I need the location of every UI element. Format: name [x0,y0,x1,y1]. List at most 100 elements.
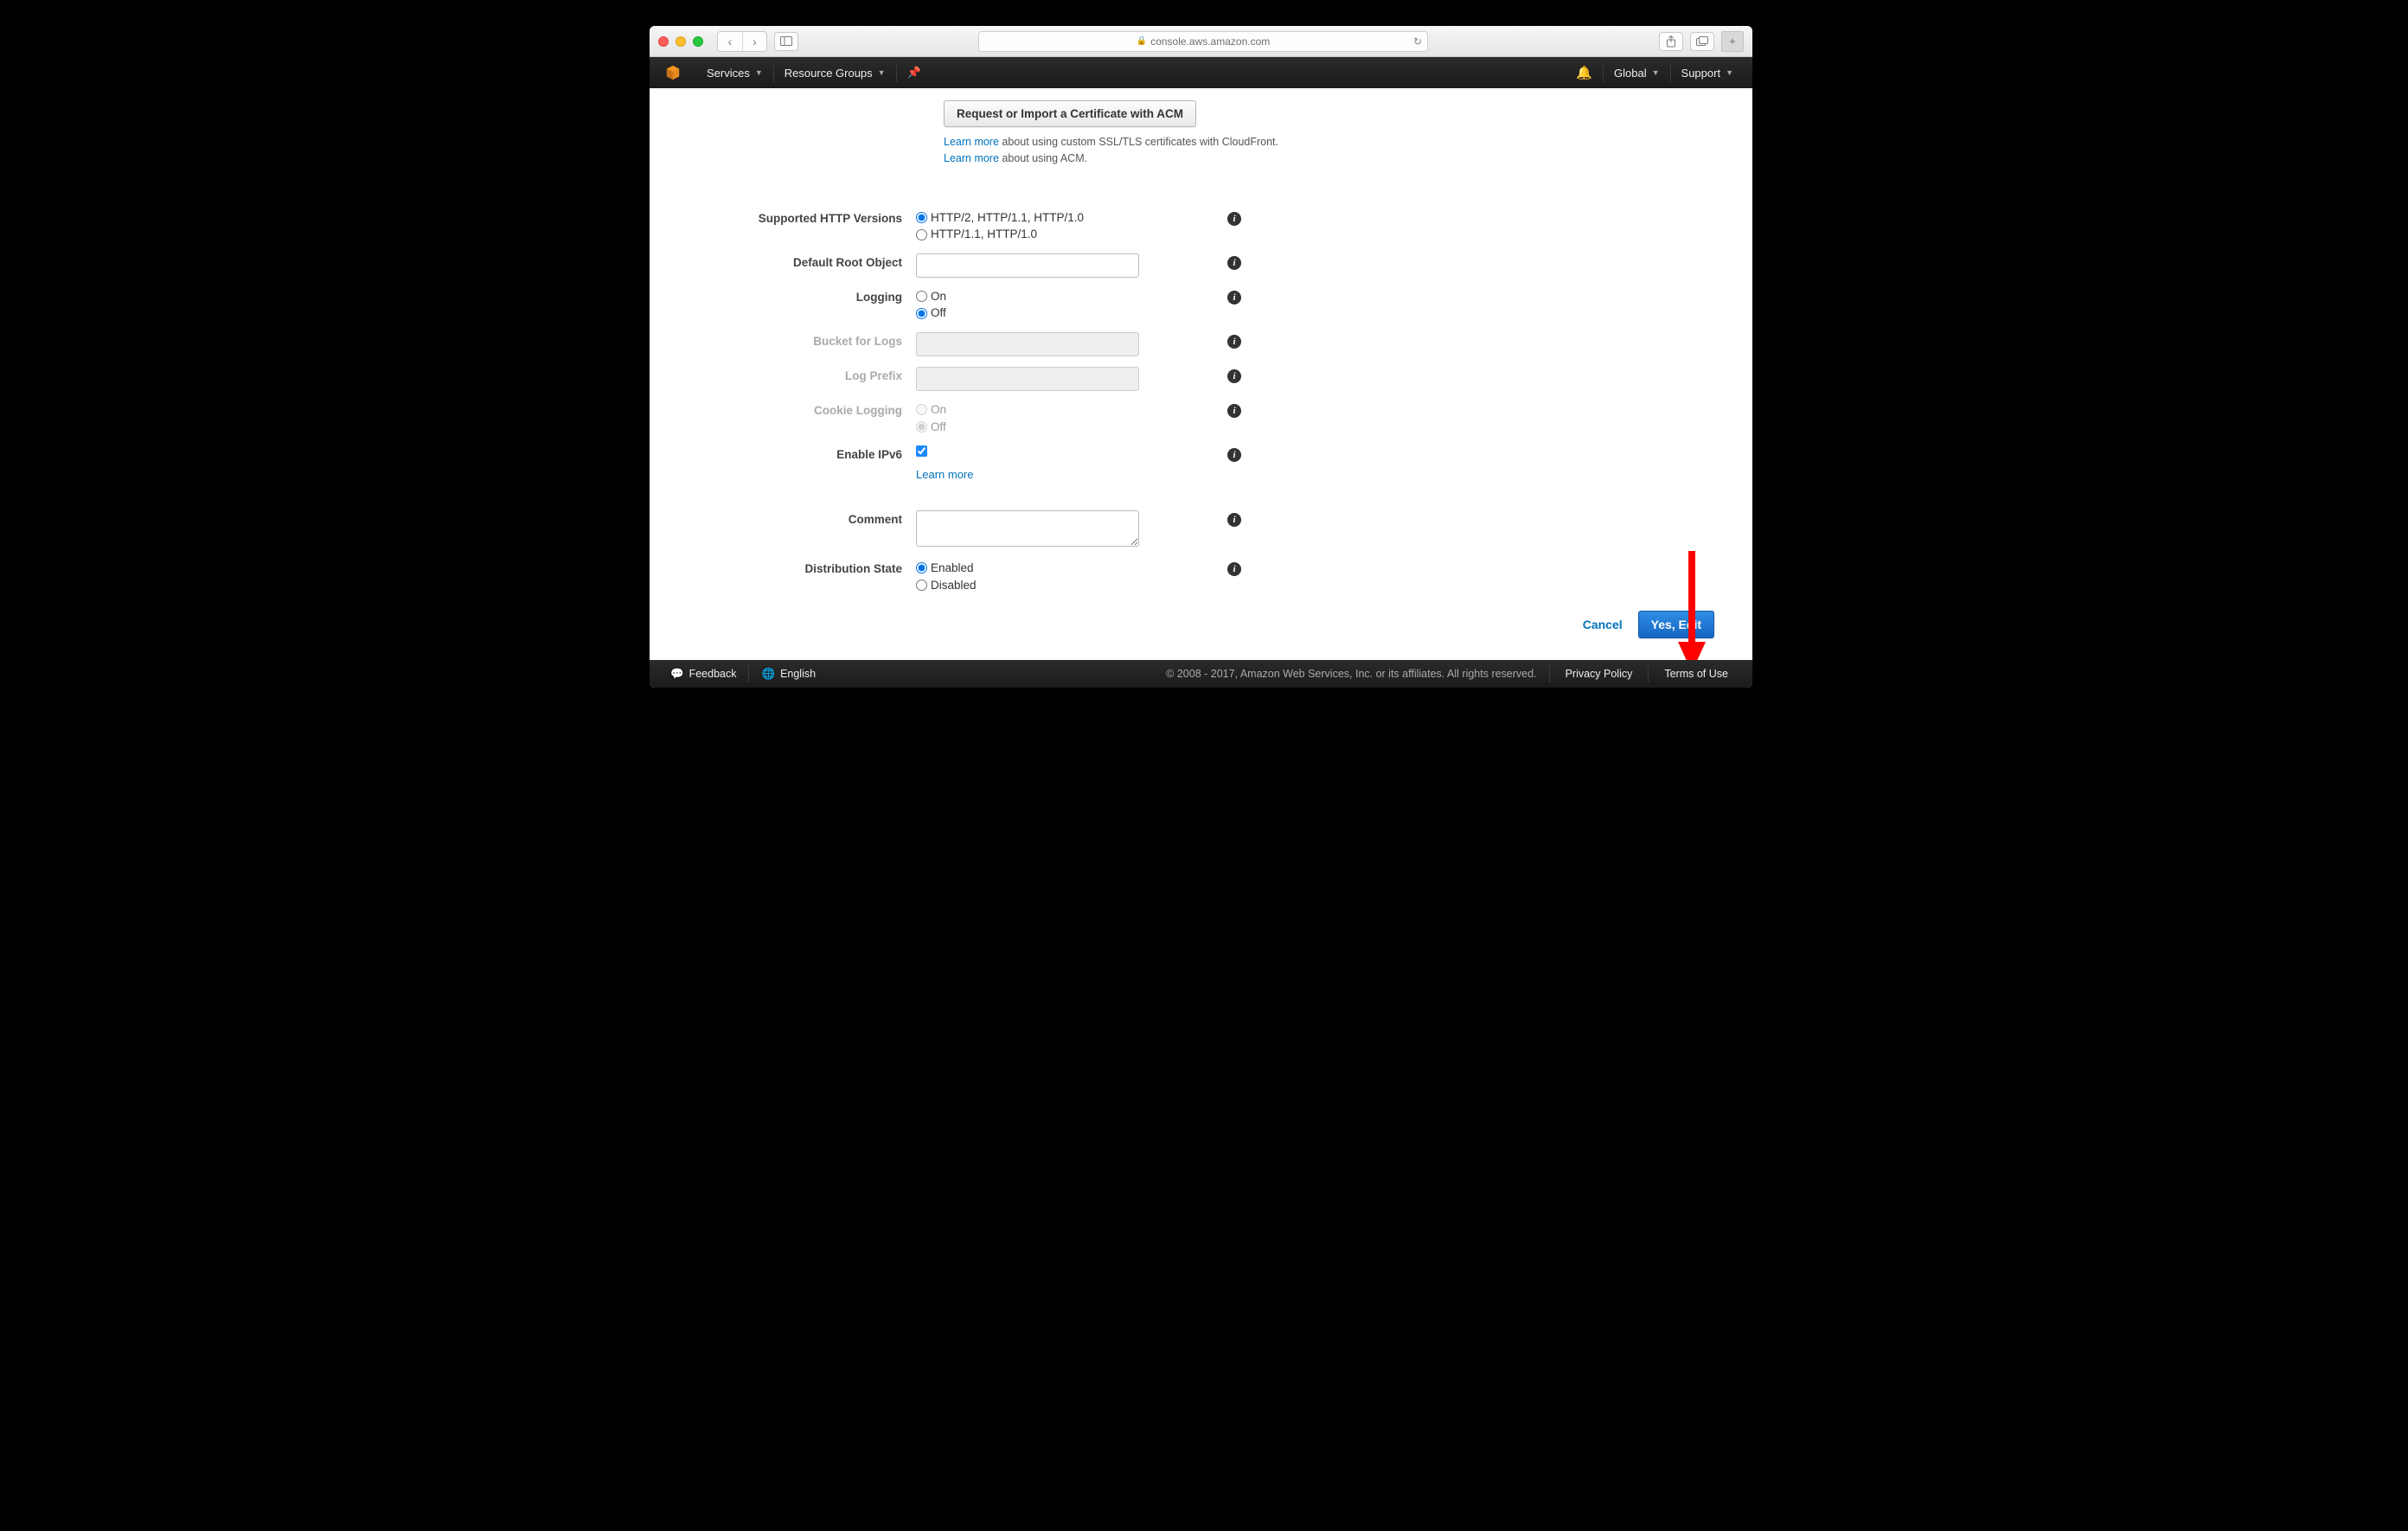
close-window-button[interactable] [658,36,669,47]
radio-cookie-on: On [916,401,1141,419]
row-cookie-logging: Cookie Logging On Off i [650,396,1752,440]
sidebar-toggle-button[interactable] [774,32,798,51]
radio-http2-label: HTTP/2, HTTP/1.1, HTTP/1.0 [931,209,1084,227]
info-icon: i [1227,513,1241,527]
browser-titlebar: ‹ › 🔒 console.aws.amazon.com ↻ + [650,26,1752,57]
footer-language[interactable]: 🌐 English [752,668,824,681]
nav-separator [773,63,774,82]
radio-logging-off-label: Off [931,304,946,322]
footer-feedback-label: Feedback [689,668,737,680]
reload-icon[interactable]: ↻ [1413,35,1422,48]
minimize-window-button[interactable] [676,36,686,47]
new-tab-button[interactable]: + [1721,31,1744,52]
radio-logging-off[interactable]: Off [916,304,1141,322]
learn-more-acm-link[interactable]: Learn more [944,152,999,164]
footer-privacy-link[interactable]: Privacy Policy [1553,668,1645,680]
row-enable-ipv6: Enable IPv6 Learn more i [650,440,1752,486]
row-distribution-state: Distribution State Enabled Disabled i [650,554,1752,599]
zoom-window-button[interactable] [693,36,703,47]
nav-resource-groups[interactable]: Resource Groups ▼ [776,57,894,88]
label-http-versions: Supported HTTP Versions [650,209,916,225]
footer-copyright: © 2008 - 2017, Amazon Web Services, Inc.… [1166,668,1545,680]
address-bar[interactable]: 🔒 console.aws.amazon.com ↻ [978,31,1428,52]
tabs-button[interactable] [1690,32,1714,51]
info-default-root[interactable]: i [1227,253,1241,270]
nav-separator [896,63,897,82]
radio-http1-input[interactable] [916,229,927,240]
ipv6-learn-more-link[interactable]: Learn more [916,468,973,481]
textarea-comment[interactable] [916,510,1139,547]
info-enable-ipv6[interactable]: i [1227,445,1241,462]
request-import-cert-button[interactable]: Request or Import a Certificate with ACM [944,100,1196,127]
footer-separator [748,665,749,682]
radio-state-enabled[interactable]: Enabled [916,560,1141,577]
aws-logo-icon[interactable] [665,65,681,80]
nav-pin[interactable]: 📌 [899,57,930,88]
info-logging[interactable]: i [1227,288,1241,304]
radio-state-disabled-input[interactable] [916,580,927,591]
label-bucket-logs: Bucket for Logs [650,332,916,348]
info-http-versions[interactable]: i [1227,209,1241,226]
row-logging: Logging On Off i [650,283,1752,327]
caret-down-icon: ▼ [755,68,763,77]
info-comment[interactable]: i [1227,510,1241,527]
label-log-prefix: Log Prefix [650,367,916,382]
nav-support[interactable]: Support ▼ [1673,57,1742,88]
nav-region[interactable]: Global ▼ [1605,57,1668,88]
radio-cookie-off-label: Off [931,419,946,436]
checkbox-enable-ipv6[interactable] [916,445,927,457]
info-icon: i [1227,212,1241,226]
nav-resource-groups-label: Resource Groups [785,67,873,80]
info-icon: i [1227,404,1241,418]
label-logging: Logging [650,288,916,304]
radio-logging-on[interactable]: On [916,288,1141,305]
back-button[interactable]: ‹ [718,32,742,51]
label-comment: Comment [650,510,916,526]
radio-state-disabled[interactable]: Disabled [916,577,1141,594]
globe-icon: 🌐 [761,668,775,681]
info-log-prefix[interactable]: i [1227,367,1241,383]
info-cookie-logging[interactable]: i [1227,401,1241,418]
info-icon: i [1227,369,1241,383]
input-default-root[interactable] [916,253,1139,278]
row-comment: Comment i [650,505,1752,554]
radio-cookie-on-input [916,404,927,415]
caret-down-icon: ▼ [1652,68,1660,77]
footer-feedback[interactable]: 💬 Feedback [662,668,745,681]
nav-region-label: Global [1614,67,1647,80]
share-button[interactable] [1659,32,1683,51]
form-actions: Cancel Yes, Edit [650,599,1752,654]
radio-http2[interactable]: HTTP/2, HTTP/1.1, HTTP/1.0 [916,209,1141,227]
address-host: console.aws.amazon.com [1150,35,1270,48]
radio-logging-on-input[interactable] [916,291,927,302]
radio-logging-off-input[interactable] [916,308,927,319]
input-log-prefix [916,367,1139,391]
footer-separator [1549,665,1550,682]
caret-down-icon: ▼ [878,68,886,77]
row-bucket-logs: Bucket for Logs i [650,327,1752,362]
radio-http1[interactable]: HTTP/1.1, HTTP/1.0 [916,226,1141,243]
radio-http2-input[interactable] [916,212,927,223]
row-log-prefix: Log Prefix i [650,362,1752,396]
window-controls [658,36,703,47]
info-distribution-state[interactable]: i [1227,560,1241,576]
nav-services[interactable]: Services ▼ [698,57,772,88]
radio-state-enabled-input[interactable] [916,562,927,573]
caret-down-icon: ▼ [1726,68,1733,77]
label-distribution-state: Distribution State [650,560,916,575]
footer-terms-link[interactable]: Terms of Use [1652,668,1740,680]
forward-button[interactable]: › [742,32,766,51]
browser-window: ‹ › 🔒 console.aws.amazon.com ↻ + [650,26,1752,688]
info-bucket-logs[interactable]: i [1227,332,1241,349]
nav-support-label: Support [1681,67,1721,80]
radio-cookie-on-label: On [931,401,946,419]
nav-back-forward: ‹ › [717,31,767,52]
lock-icon: 🔒 [1137,36,1147,46]
cancel-button[interactable]: Cancel [1583,618,1623,631]
radio-cookie-off-input [916,421,927,432]
nav-notifications[interactable]: 🔔 [1567,57,1601,88]
info-icon: i [1227,335,1241,349]
info-icon: i [1227,562,1241,576]
learn-more-ssl-link[interactable]: Learn more [944,136,999,148]
yes-edit-button[interactable]: Yes, Edit [1638,611,1714,638]
